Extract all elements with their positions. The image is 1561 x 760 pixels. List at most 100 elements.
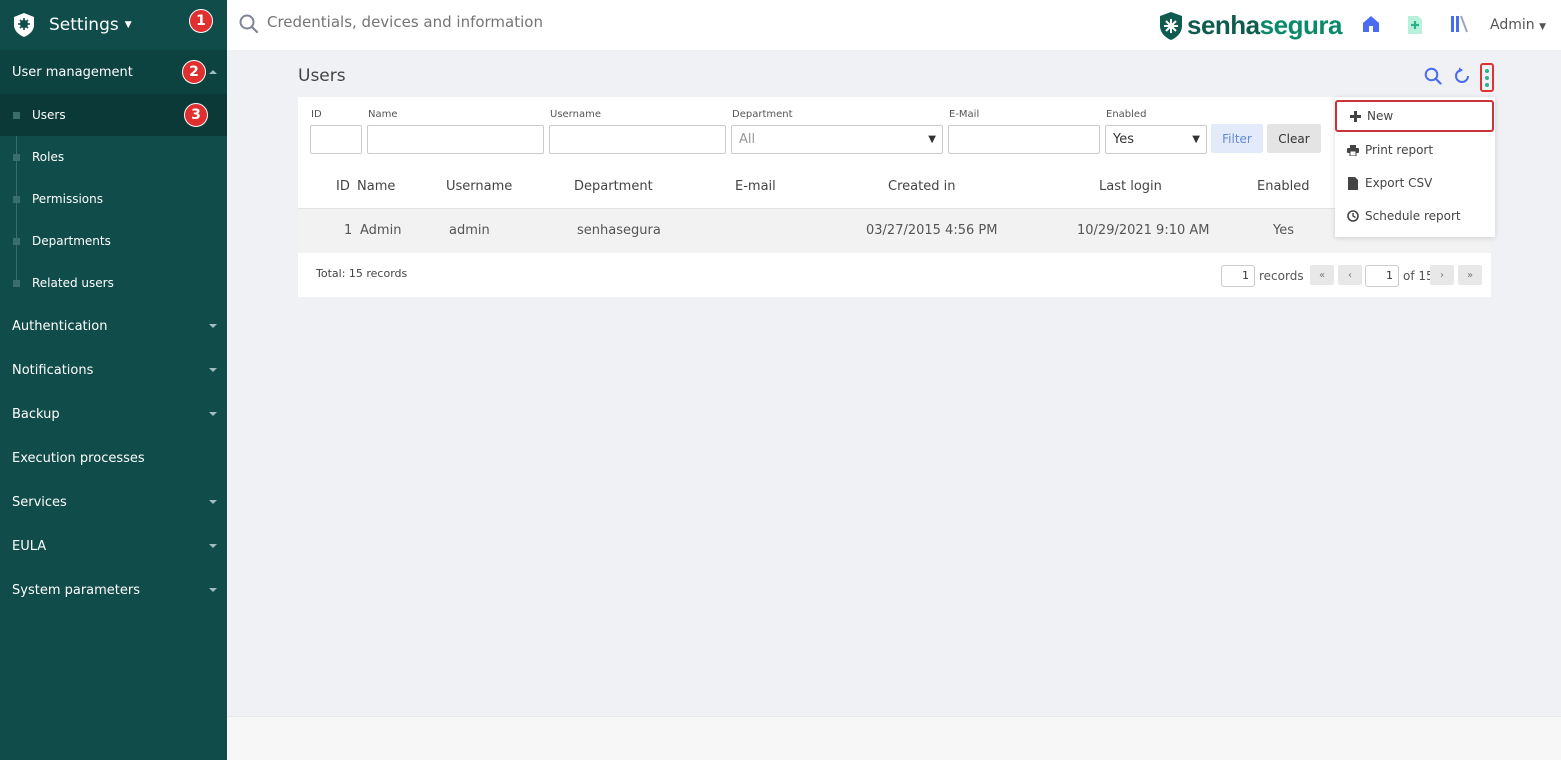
filter-name-label: Name [368,109,398,120]
printer-icon [1347,144,1359,156]
menu-item-new[interactable]: New [1335,100,1494,132]
sidebar-section-execution-processes[interactable]: Execution processes [0,436,227,480]
column-header-last-login[interactable]: Last login [1099,179,1162,194]
sidebar-section-label: System parameters [12,582,141,598]
filter-id-input[interactable] [310,125,362,154]
chevron-down-icon [209,500,217,504]
bullet-icon [13,280,20,287]
top-bar: senhasegura Admin ▼ [227,0,1561,50]
filter-email-input[interactable] [948,125,1100,154]
filter-enabled-label: Enabled [1106,109,1147,120]
global-search-input[interactable] [267,13,667,31]
cell-department: senhasegura [577,223,661,238]
dot-icon [1485,68,1489,73]
library-icon[interactable] [1450,15,1468,37]
sidebar-item-label: Departments [32,234,111,248]
column-header-department[interactable]: Department [574,179,653,194]
menu-item-schedule-report[interactable]: Schedule report [1335,200,1495,232]
chevron-down-icon [209,412,217,416]
page-title: Users [298,66,346,86]
first-page-button[interactable]: « [1310,265,1334,285]
previous-page-button[interactable]: ‹ [1338,265,1362,285]
clock-icon [1347,210,1359,222]
brand-shield-icon [1160,11,1182,40]
records-per-page-input[interactable]: 1 [1221,265,1255,287]
filter-username-input[interactable] [549,125,726,154]
search-icon[interactable] [239,14,259,38]
column-header-name[interactable]: Name [357,179,395,194]
caret-down-icon: ▼ [928,134,936,145]
menu-item-print-report[interactable]: Print report [1335,134,1495,166]
brand-name: senhasegura [1187,10,1342,40]
search-toggle-icon[interactable] [1424,67,1442,89]
column-header-username[interactable]: Username [446,179,512,194]
caret-down-icon: ▼ [1192,134,1200,145]
filter-name-input[interactable] [367,125,544,154]
sidebar-section-label: Authentication [12,318,108,334]
sidebar-section-label: Execution processes [12,450,145,466]
filter-enabled-select[interactable]: Yes ▼ [1105,125,1207,154]
chevron-down-icon [209,324,217,328]
menu-item-export-csv[interactable]: Export CSV [1335,167,1495,199]
sidebar-section-notifications[interactable]: Notifications [0,348,227,392]
column-header-created-in[interactable]: Created in [888,179,955,194]
sidebar: Settings ▼ 1 User management 2 Users 3 R… [0,0,227,760]
home-icon[interactable] [1362,15,1380,37]
menu-item-label: Schedule report [1365,209,1461,223]
chevron-down-icon [209,588,217,592]
shield-logo-icon [12,11,36,39]
step-badge-2: 2 [182,60,206,84]
options-dropdown-menu: New Print report Export CSV Schedule rep… [1335,97,1495,237]
column-header-email[interactable]: E-mail [735,179,776,194]
filter-username-label: Username [550,109,601,120]
sidebar-section-backup[interactable]: Backup [0,392,227,436]
bullet-icon [13,154,20,161]
menu-item-label: New [1367,109,1394,123]
cell-id: 1 [344,223,353,238]
sidebar-item-label: Users [32,108,66,122]
refresh-icon[interactable] [1453,67,1471,89]
sidebar-section-label: Notifications [12,362,94,378]
bullet-icon [13,112,20,119]
sidebar-section-eula[interactable]: EULA [0,524,227,568]
next-page-button[interactable]: › [1430,265,1454,285]
clear-button[interactable]: Clear [1267,124,1321,153]
chevron-up-icon [209,70,217,74]
records-label: records [1259,269,1304,283]
sidebar-item-users[interactable]: Users 3 [0,94,227,136]
sidebar-section-user-management[interactable]: User management 2 [0,50,227,94]
sidebar-item-label: Related users [32,276,114,290]
sidebar-item-departments[interactable]: Departments [0,220,227,262]
cell-name: Admin [360,223,402,238]
sidebar-header[interactable]: Settings ▼ 1 [0,0,227,50]
current-page-input[interactable]: 1 [1365,265,1399,287]
last-page-button[interactable]: » [1458,265,1482,285]
sidebar-item-related-users[interactable]: Related users [0,262,227,304]
brand-logo[interactable]: senhasegura [1159,10,1342,41]
sidebar-section-system-parameters[interactable]: System parameters [0,568,227,612]
sidebar-title: Settings [49,15,119,35]
filter-department-select[interactable]: All ▼ [731,125,943,154]
sidebar-item-roles[interactable]: Roles [0,136,227,178]
add-document-icon[interactable] [1407,15,1423,39]
chevron-down-icon [209,544,217,548]
cell-created-in: 03/27/2015 4:56 PM [866,223,998,238]
column-header-enabled[interactable]: Enabled [1257,179,1310,194]
sidebar-section-services[interactable]: Services [0,480,227,524]
filter-button[interactable]: Filter [1211,124,1263,153]
more-options-button[interactable] [1480,63,1494,92]
chevron-down-icon [209,368,217,372]
filter-department-label: Department [732,109,793,120]
filter-email-label: E-Mail [949,109,980,120]
column-header-id[interactable]: ID [336,179,350,194]
sidebar-section-label: Backup [12,406,60,422]
sidebar-item-permissions[interactable]: Permissions [0,178,227,220]
sidebar-section-label: Services [12,494,67,510]
file-icon [1347,176,1359,190]
sidebar-item-label: Roles [32,150,65,164]
menu-item-label: Print report [1365,143,1434,157]
sidebar-section-authentication[interactable]: Authentication [0,304,227,348]
table-row[interactable]: 1 Admin admin senhasegura 03/27/2015 4:5… [298,208,1491,253]
filter-id-label: ID [311,109,322,120]
user-menu[interactable]: Admin ▼ [1490,17,1546,33]
